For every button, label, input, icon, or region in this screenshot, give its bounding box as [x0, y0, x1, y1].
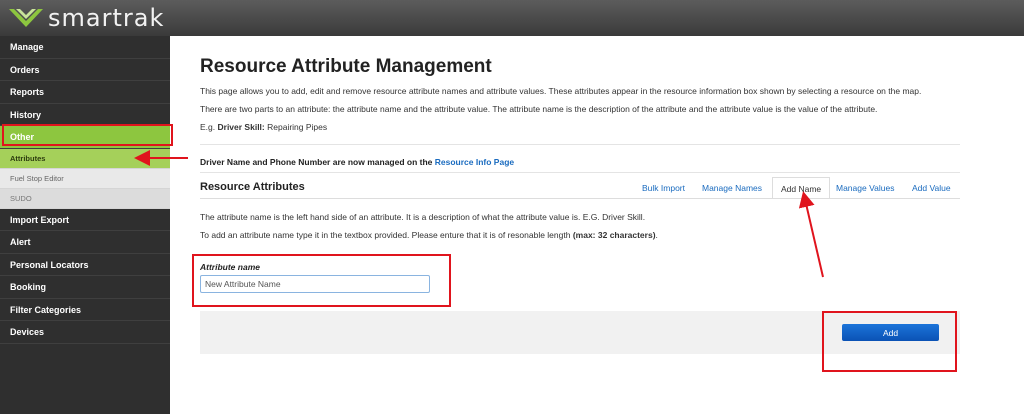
sidebar-item-alert[interactable]: Alert — [0, 231, 170, 254]
tab-manage-names[interactable]: Manage Names — [694, 177, 770, 199]
intro-paragraph-2: There are two parts to an attribute: the… — [200, 104, 878, 114]
top-bar: smartrak — [0, 0, 1024, 36]
tab-bar: Bulk Import Manage Names Add Name Manage… — [185, 177, 960, 199]
example-attribute-value: Repairing Pipes — [267, 122, 328, 132]
page-title: Resource Attribute Management — [200, 56, 492, 77]
sidebar-item-filter-categories[interactable]: Filter Categories — [0, 299, 170, 321]
notice: Driver Name and Phone Number are now man… — [200, 157, 514, 167]
tabs-underline — [200, 198, 960, 199]
sidebar-subitem-attributes[interactable]: Attributes — [0, 148, 170, 169]
resource-info-page-link[interactable]: Resource Info Page — [435, 157, 514, 167]
divider — [200, 172, 960, 173]
sidebar-item-devices[interactable]: Devices — [0, 321, 170, 344]
add-name-description: The attribute name is the left hand side… — [200, 212, 646, 222]
logo-chevron-icon — [9, 9, 43, 27]
instructions-suffix: . — [655, 230, 658, 240]
annotation-box-add-button — [822, 311, 957, 372]
sidebar-item-reports[interactable]: Reports — [0, 81, 170, 104]
tab-bulk-import[interactable]: Bulk Import — [634, 177, 693, 199]
instructions-text: To add an attribute name type it in the … — [200, 230, 571, 240]
sidebar-item-history[interactable]: History — [0, 104, 170, 126]
sidebar-item-booking[interactable]: Booking — [0, 276, 170, 299]
add-name-instructions: To add an attribute name type it in the … — [200, 230, 658, 240]
sidebar: Manage Orders Reports History Other Attr… — [0, 36, 170, 414]
sidebar-item-import-export[interactable]: Import Export — [0, 209, 170, 231]
tab-manage-values[interactable]: Manage Values — [828, 177, 902, 199]
sidebar-item-personal-locators[interactable]: Personal Locators — [0, 254, 170, 276]
example-attribute-name: Driver Skill: — [217, 122, 265, 132]
sidebar-subitem-sudo[interactable]: SUDO — [0, 188, 170, 209]
example-line: E.g. Driver Skill: Repairing Pipes — [200, 122, 327, 132]
tab-add-value[interactable]: Add Value — [904, 177, 959, 199]
divider — [200, 144, 960, 145]
sidebar-item-manage[interactable]: Manage — [0, 36, 170, 59]
annotation-box-other — [2, 124, 173, 146]
max-length-note: (max: 32 characters) — [572, 230, 656, 240]
tab-add-name[interactable]: Add Name — [772, 177, 831, 199]
sidebar-subitem-fuel-stop-editor[interactable]: Fuel Stop Editor — [0, 168, 170, 189]
example-prefix: E.g. — [200, 122, 216, 132]
sidebar-item-orders[interactable]: Orders — [0, 59, 170, 81]
intro-paragraph-1: This page allows you to add, edit and re… — [200, 86, 922, 96]
smartrak-logo[interactable]: smartrak — [8, 4, 164, 32]
annotation-box-attribute-name — [192, 254, 451, 307]
app-name: smartrak — [48, 4, 165, 32]
notice-text: Driver Name and Phone Number are now man… — [200, 157, 433, 167]
arrow-to-add-name-tab — [798, 191, 824, 278]
